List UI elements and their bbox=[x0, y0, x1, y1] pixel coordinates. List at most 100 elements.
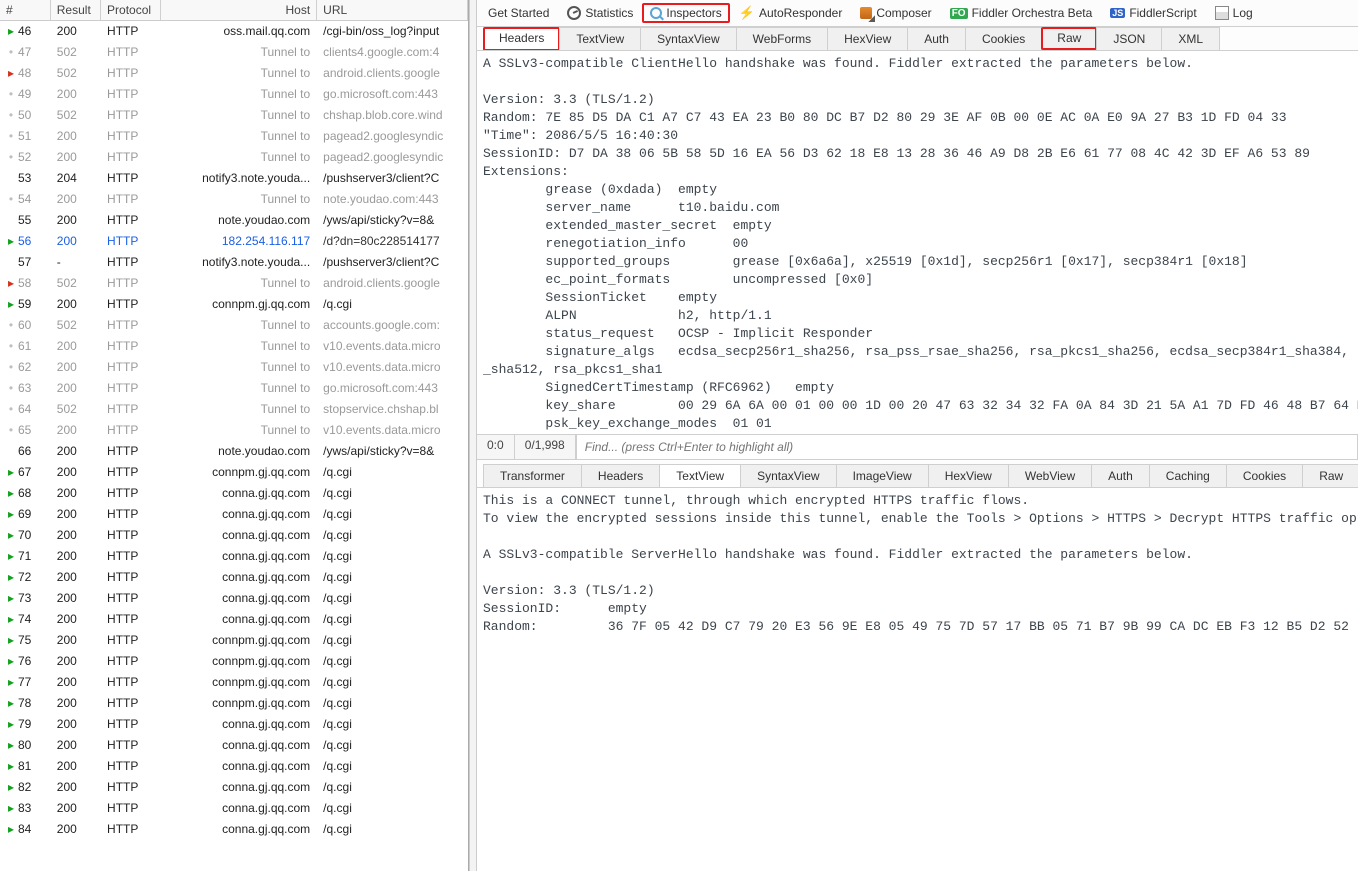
tab-log[interactable]: Log bbox=[1206, 2, 1262, 24]
cell-protocol: HTTP bbox=[101, 819, 161, 840]
table-row[interactable]: ▸74200HTTPconna.gj.qq.com/q.cgi bbox=[0, 609, 468, 630]
col-host[interactable]: Host bbox=[161, 0, 317, 21]
tab-syntaxview[interactable]: SyntaxView bbox=[740, 464, 836, 487]
table-row[interactable]: •51200HTTPTunnel topagead2.googlesyndic bbox=[0, 126, 468, 147]
response-body-text[interactable]: This is a CONNECT tunnel, through which … bbox=[477, 488, 1358, 871]
table-row[interactable]: ▸76200HTTPconnpm.gj.qq.com/q.cgi bbox=[0, 651, 468, 672]
col-id[interactable]: # bbox=[0, 0, 50, 21]
col-url[interactable]: URL bbox=[317, 0, 468, 21]
table-row[interactable]: ▸70200HTTPconna.gj.qq.com/q.cgi bbox=[0, 525, 468, 546]
lightning-icon: ⚡ bbox=[739, 5, 755, 21]
cell-host: conna.gj.qq.com bbox=[161, 483, 317, 504]
tab-webview[interactable]: WebView bbox=[1008, 464, 1092, 487]
tab-composer[interactable]: Composer bbox=[851, 2, 940, 24]
tab-get-started[interactable]: Get Started bbox=[479, 2, 558, 24]
table-row[interactable]: •63200HTTPTunnel togo.microsoft.com:443 bbox=[0, 378, 468, 399]
table-row[interactable]: •62200HTTPTunnel tov10.events.data.micro bbox=[0, 357, 468, 378]
tab-cookies[interactable]: Cookies bbox=[1226, 464, 1303, 487]
table-row[interactable]: •49200HTTPTunnel togo.microsoft.com:443 bbox=[0, 84, 468, 105]
cell-protocol: HTTP bbox=[101, 231, 161, 252]
cell-url: /q.cgi bbox=[317, 525, 468, 546]
table-row[interactable]: •50502HTTPTunnel tochshap.blob.core.wind bbox=[0, 105, 468, 126]
vertical-splitter[interactable] bbox=[469, 0, 477, 871]
tab-caching[interactable]: Caching bbox=[1149, 464, 1227, 487]
request-body-text[interactable]: A SSLv3-compatible ClientHello handshake… bbox=[477, 51, 1358, 434]
table-row[interactable]: •64502HTTPTunnel tostopservice.chshap.bl bbox=[0, 399, 468, 420]
tab-hexview[interactable]: HexView bbox=[928, 464, 1009, 487]
table-row[interactable]: ▸81200HTTPconna.gj.qq.com/q.cgi bbox=[0, 756, 468, 777]
cell-url: /q.cgi bbox=[317, 756, 468, 777]
cell-protocol: HTTP bbox=[101, 105, 161, 126]
sessions-header-row[interactable]: # Result Protocol Host URL bbox=[0, 0, 468, 21]
tab-orchestra[interactable]: FO Fiddler Orchestra Beta bbox=[941, 2, 1102, 24]
table-row[interactable]: ▸69200HTTPconna.gj.qq.com/q.cgi bbox=[0, 504, 468, 525]
tab-imageview[interactable]: ImageView bbox=[836, 464, 929, 487]
sessions-scroll[interactable]: # Result Protocol Host URL ▸46200HTTPoss… bbox=[0, 0, 468, 871]
table-row[interactable]: ▸67200HTTPconnpm.gj.qq.com/q.cgi bbox=[0, 462, 468, 483]
table-row[interactable]: ▸78200HTTPconnpm.gj.qq.com/q.cgi bbox=[0, 693, 468, 714]
table-row[interactable]: •54200HTTPTunnel tonote.youdao.com:443 bbox=[0, 189, 468, 210]
tab-autoresponder[interactable]: ⚡ AutoResponder bbox=[730, 1, 852, 25]
cell-result: 200 bbox=[50, 714, 100, 735]
tab-auth[interactable]: Auth bbox=[907, 27, 966, 50]
table-row[interactable]: ▸71200HTTPconna.gj.qq.com/q.cgi bbox=[0, 546, 468, 567]
tab-headers[interactable]: Headers bbox=[581, 464, 660, 487]
table-row[interactable]: ▸73200HTTPconna.gj.qq.com/q.cgi bbox=[0, 588, 468, 609]
col-result[interactable]: Result bbox=[50, 0, 100, 21]
table-row[interactable]: ▸48502HTTPTunnel toandroid.clients.googl… bbox=[0, 63, 468, 84]
cell-protocol: HTTP bbox=[101, 588, 161, 609]
tab-syntaxview[interactable]: SyntaxView bbox=[640, 27, 736, 50]
table-row[interactable]: 55200HTTPnote.youdao.com/yws/api/sticky?… bbox=[0, 210, 468, 231]
tab-auth[interactable]: Auth bbox=[1091, 464, 1150, 487]
table-row[interactable]: ▸77200HTTPconnpm.gj.qq.com/q.cgi bbox=[0, 672, 468, 693]
table-row[interactable]: ▸83200HTTPconna.gj.qq.com/q.cgi bbox=[0, 798, 468, 819]
cell-id: ▸81 bbox=[0, 756, 50, 777]
table-row[interactable]: •47502HTTPTunnel toclients4.google.com:4 bbox=[0, 42, 468, 63]
table-row[interactable]: ▸82200HTTPconna.gj.qq.com/q.cgi bbox=[0, 777, 468, 798]
tab-fiddlerscript[interactable]: JS FiddlerScript bbox=[1101, 2, 1205, 24]
table-row[interactable]: ▸56200HTTP182.254.116.117/d?dn=80c228514… bbox=[0, 231, 468, 252]
tab-inspectors[interactable]: Inspectors bbox=[642, 3, 729, 23]
table-row[interactable]: ▸68200HTTPconna.gj.qq.com/q.cgi bbox=[0, 483, 468, 504]
status-icon: • bbox=[6, 129, 16, 143]
table-row[interactable]: •65200HTTPTunnel tov10.events.data.micro bbox=[0, 420, 468, 441]
status-icon: ▸ bbox=[6, 633, 16, 647]
tab-statistics[interactable]: Statistics bbox=[558, 2, 642, 24]
table-row[interactable]: •60502HTTPTunnel toaccounts.google.com: bbox=[0, 315, 468, 336]
table-row[interactable]: •61200HTTPTunnel tov10.events.data.micro bbox=[0, 336, 468, 357]
app-root: # Result Protocol Host URL ▸46200HTTPoss… bbox=[0, 0, 1358, 871]
table-row[interactable]: ▸84200HTTPconna.gj.qq.com/q.cgi bbox=[0, 819, 468, 840]
cell-url: /q.cgi bbox=[317, 798, 468, 819]
table-row[interactable]: ▸79200HTTPconna.gj.qq.com/q.cgi bbox=[0, 714, 468, 735]
table-row[interactable]: ▸46200HTTPoss.mail.qq.com/cgi-bin/oss_lo… bbox=[0, 21, 468, 42]
table-row[interactable]: 57-HTTPnotify3.note.youda.../pushserver3… bbox=[0, 252, 468, 273]
find-input[interactable] bbox=[576, 435, 1358, 459]
status-icon: ▸ bbox=[6, 654, 16, 668]
cell-result: 200 bbox=[50, 294, 100, 315]
tab-raw[interactable]: Raw bbox=[1302, 464, 1358, 487]
tab-json[interactable]: JSON bbox=[1096, 27, 1162, 50]
tab-headers[interactable]: Headers bbox=[483, 27, 560, 51]
table-row[interactable]: ▸58502HTTPTunnel toandroid.clients.googl… bbox=[0, 273, 468, 294]
table-row[interactable]: ▸80200HTTPconna.gj.qq.com/q.cgi bbox=[0, 735, 468, 756]
table-row[interactable]: 53204HTTPnotify3.note.youda.../pushserve… bbox=[0, 168, 468, 189]
table-row[interactable]: ▸72200HTTPconna.gj.qq.com/q.cgi bbox=[0, 567, 468, 588]
status-icon: ▸ bbox=[6, 276, 16, 290]
cell-protocol: HTTP bbox=[101, 336, 161, 357]
tab-transformer[interactable]: Transformer bbox=[483, 464, 582, 487]
tab-textview[interactable]: TextView bbox=[659, 464, 741, 488]
tab-xml[interactable]: XML bbox=[1161, 27, 1220, 50]
table-row[interactable]: ▸59200HTTPconnpm.gj.qq.com/q.cgi bbox=[0, 294, 468, 315]
status-icon: ▸ bbox=[6, 675, 16, 689]
tab-cookies[interactable]: Cookies bbox=[965, 27, 1042, 50]
col-protocol[interactable]: Protocol bbox=[101, 0, 161, 21]
tab-hexview[interactable]: HexView bbox=[827, 27, 908, 50]
table-row[interactable]: 66200HTTPnote.youdao.com/yws/api/sticky?… bbox=[0, 441, 468, 462]
tab-raw[interactable]: Raw bbox=[1041, 27, 1097, 50]
tab-textview[interactable]: TextView bbox=[559, 27, 641, 50]
table-row[interactable]: ▸75200HTTPconnpm.gj.qq.com/q.cgi bbox=[0, 630, 468, 651]
cell-url: /pushserver3/client?C bbox=[317, 168, 468, 189]
tab-webforms[interactable]: WebForms bbox=[736, 27, 828, 50]
caret-position: 0:0 bbox=[477, 435, 515, 459]
table-row[interactable]: •52200HTTPTunnel topagead2.googlesyndic bbox=[0, 147, 468, 168]
